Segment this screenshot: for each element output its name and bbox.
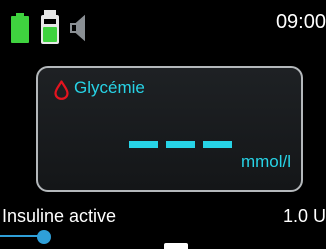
status-bar: 09:00 <box>0 0 326 44</box>
active-insulin-value: 1.0 U <box>282 206 326 226</box>
cartridge-icon <box>41 10 59 44</box>
glucose-dash <box>203 141 232 148</box>
blood-drop-icon <box>54 80 69 100</box>
insulin-progress-knob <box>37 230 51 244</box>
glucose-panel[interactable]: Glycémie mmol/l <box>36 66 303 192</box>
battery-full-icon <box>11 13 29 43</box>
glucose-value-placeholder <box>129 141 232 153</box>
scroll-indicator[interactable] <box>164 243 188 249</box>
glucose-title: Glycémie <box>74 78 145 97</box>
glucose-dash <box>166 141 195 148</box>
speaker-icon <box>70 14 85 42</box>
active-insulin-row[interactable]: Insuline active 1.0 U <box>0 206 326 232</box>
glucose-dash <box>129 141 158 148</box>
clock: 09:00 <box>275 11 326 33</box>
active-insulin-label: Insuline active <box>2 206 117 226</box>
glucose-unit: mmol/l <box>240 152 291 171</box>
